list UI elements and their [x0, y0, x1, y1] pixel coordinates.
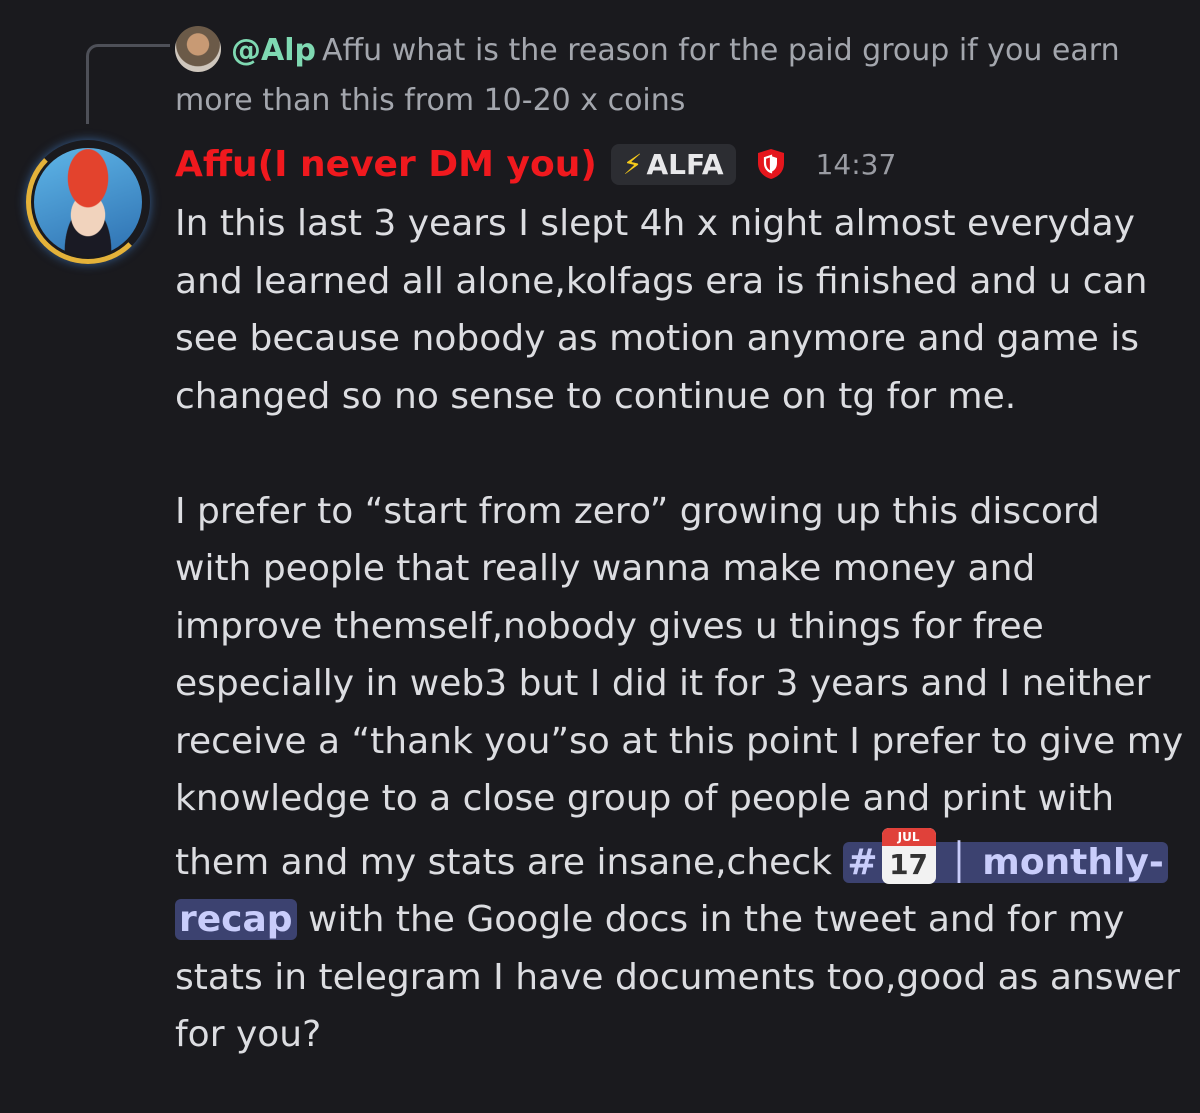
- reply-connector: [86, 44, 170, 124]
- calendar-month: JUL: [881, 827, 936, 846]
- server-tag[interactable]: ⚡ ALFA: [610, 143, 736, 185]
- message-paragraph-2: I prefer to “start from zero” growing up…: [175, 483, 1185, 1064]
- server-tag-label: ALFA: [646, 147, 724, 181]
- avatar-decoration: [26, 140, 150, 264]
- reply-preview[interactable]: @Alp Affu what is the reason for the paid…: [175, 26, 1175, 126]
- calendar-day: 17: [889, 847, 929, 881]
- paragraph-2-tail: with the Google docs in the tweet and fo…: [175, 899, 1180, 1055]
- paragraph-2-text: I prefer to “start from zero” growing up…: [175, 490, 1184, 883]
- message-content: In this last 3 years I slept 4h x night …: [175, 195, 1185, 1064]
- message-paragraph-1: In this last 3 years I slept 4h x night …: [175, 203, 1148, 417]
- message-header: Affu(I never DM you) ⚡ ALFA 14:37: [175, 137, 896, 191]
- red-shield-icon[interactable]: [756, 148, 786, 180]
- channel-hash: #: [847, 841, 878, 883]
- reply-mention[interactable]: @Alp: [231, 33, 316, 68]
- author-name[interactable]: Affu(I never DM you): [175, 144, 597, 185]
- reply-avatar[interactable]: [175, 26, 221, 72]
- calendar-icon: JUL 17: [881, 827, 936, 884]
- reply-text: Affu what is the reason for the paid gro…: [175, 33, 1120, 118]
- author-avatar[interactable]: [26, 140, 150, 264]
- message-timestamp[interactable]: 14:37: [816, 148, 897, 181]
- lightning-bolt-icon: ⚡: [622, 147, 643, 181]
